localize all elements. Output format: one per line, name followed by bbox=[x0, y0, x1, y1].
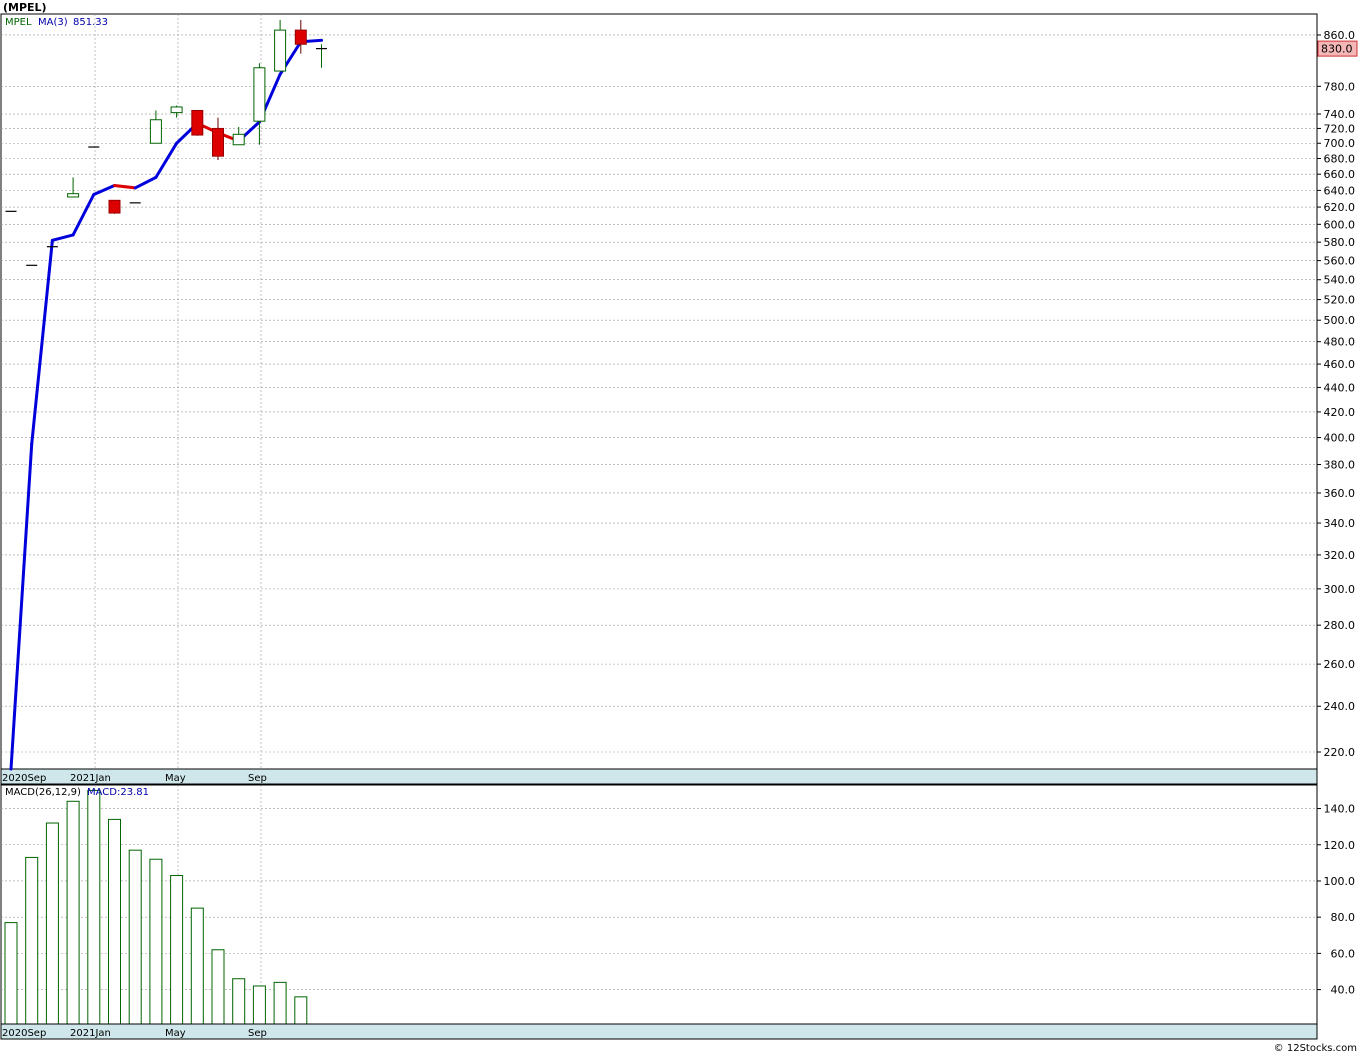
copyright-text: © 12Stocks.com bbox=[1274, 1043, 1357, 1054]
candle-body bbox=[191, 109, 204, 136]
candle bbox=[108, 199, 121, 214]
price-x-tick-label: 2021Jan bbox=[70, 773, 111, 784]
macd-y-tick-label: 100.0 bbox=[1324, 875, 1356, 888]
price-y-tick-label: 300.0 bbox=[1324, 583, 1356, 596]
macd-bar bbox=[128, 849, 142, 1025]
price-y-tick-label: 400.0 bbox=[1324, 432, 1356, 445]
price-x-tick-label: May bbox=[165, 773, 186, 784]
candle-body bbox=[253, 67, 266, 122]
candle-body bbox=[149, 119, 162, 144]
price-y-tick-label: 320.0 bbox=[1324, 549, 1356, 562]
candle-body bbox=[67, 193, 80, 198]
macd-bar bbox=[273, 981, 287, 1025]
macd-bar bbox=[232, 978, 246, 1025]
price-y-tick-label: 220.0 bbox=[1324, 746, 1356, 759]
price-x-tick-label: Sep bbox=[248, 773, 267, 784]
price-y-tick-label: 260.0 bbox=[1324, 658, 1356, 671]
price-y-axis: 220.0 240.0 260.0 280.0 300.0 320.0 340.0 360.0… bbox=[1317, 29, 1355, 759]
price-y-tick-label: 520.0 bbox=[1324, 294, 1356, 307]
macd-y-tick-label: 60.0 bbox=[1331, 947, 1356, 960]
price-y-tick-label: 700.0 bbox=[1324, 137, 1356, 150]
price-legend-symbol: MPEL bbox=[5, 17, 32, 28]
price-y-tick-label: 740.0 bbox=[1324, 108, 1356, 121]
macd-bar bbox=[66, 800, 80, 1025]
macd-legend-name: MACD(26,12,9) bbox=[5, 787, 81, 798]
macd-y-tick-label: 40.0 bbox=[1331, 984, 1356, 997]
price-y-tick-label: 620.0 bbox=[1324, 201, 1356, 214]
price-y-tick-label: 440.0 bbox=[1324, 381, 1356, 394]
candle-body bbox=[232, 133, 245, 146]
macd-y-axis: 40.0 60.0 80.0 100.0 120.0 140.0 bbox=[1317, 803, 1355, 997]
candle bbox=[191, 109, 204, 136]
price-y-tick-label: 540.0 bbox=[1324, 274, 1356, 287]
symbol-title: (MPEL) bbox=[3, 1, 47, 14]
macd-x-tick-label: Sep bbox=[248, 1028, 267, 1039]
chart-canvas: (MPEL) 2020Sep 2021Jan May Sep 220.0 240.0 26… bbox=[0, 1, 1358, 1054]
price-y-tick-label: 640.0 bbox=[1324, 184, 1356, 197]
candle-body bbox=[294, 29, 307, 45]
macd-time-axis-band bbox=[0, 1023, 1318, 1040]
macd-bar bbox=[25, 856, 39, 1025]
price-y-tick-label: 500.0 bbox=[1324, 314, 1356, 327]
current-price-badge-text: 830.0 bbox=[1321, 43, 1353, 56]
macd-bar bbox=[211, 949, 225, 1025]
price-legend-ma-value: 851.33 bbox=[73, 17, 108, 28]
price-y-tick-label: 360.0 bbox=[1324, 487, 1356, 500]
macd-bar bbox=[45, 822, 59, 1025]
macd-x-tick-label: May bbox=[165, 1028, 186, 1039]
macd-bar bbox=[108, 818, 121, 1025]
price-y-tick-label: 560.0 bbox=[1324, 255, 1356, 268]
price-y-tick-label: 340.0 bbox=[1324, 517, 1356, 530]
macd-bar bbox=[294, 996, 308, 1025]
price-legend-ma: MA(3) bbox=[38, 17, 68, 28]
macd-x-tick-label: 2021Jan bbox=[70, 1028, 111, 1039]
price-y-tick-label: 460.0 bbox=[1324, 358, 1356, 371]
macd-bar bbox=[4, 922, 18, 1025]
candle-body bbox=[212, 127, 224, 157]
price-y-tick-label: 780.0 bbox=[1324, 80, 1356, 93]
candle-body bbox=[170, 106, 183, 114]
current-price-badge: 830.0 bbox=[1317, 40, 1358, 57]
price-y-tick-label: 860.0 bbox=[1324, 29, 1356, 42]
price-y-tick-label: 720.0 bbox=[1324, 122, 1356, 135]
price-x-tick-label: 2020Sep bbox=[2, 773, 46, 784]
price-y-tick-label: 600.0 bbox=[1324, 218, 1356, 231]
price-y-tick-label: 580.0 bbox=[1324, 236, 1356, 249]
macd-bar bbox=[149, 858, 163, 1025]
price-y-tick-label: 420.0 bbox=[1324, 406, 1356, 419]
macd-y-tick-label: 140.0 bbox=[1324, 803, 1356, 816]
price-time-axis-band bbox=[0, 768, 1318, 785]
price-y-tick-label: 240.0 bbox=[1324, 700, 1356, 713]
macd-panel: 2020Sep 2021Jan May Sep 40.0 60.0 80.0 100.0 12… bbox=[0, 784, 1355, 1040]
price-y-tick-label: 660.0 bbox=[1324, 168, 1356, 181]
macd-x-tick-label: 2020Sep bbox=[2, 1028, 46, 1039]
candle-body bbox=[108, 199, 121, 214]
macd-y-tick-label: 80.0 bbox=[1331, 911, 1356, 924]
macd-legend-value: MACD:23.81 bbox=[87, 787, 149, 798]
price-panel: 2020Sep 2021Jan May Sep 220.0 240.0 260.0 280.… bbox=[0, 13, 1358, 785]
price-y-tick-label: 480.0 bbox=[1324, 336, 1356, 349]
price-y-tick-label: 280.0 bbox=[1324, 619, 1356, 632]
price-y-tick-label: 380.0 bbox=[1324, 459, 1356, 472]
macd-bar bbox=[87, 789, 101, 1025]
macd-bar bbox=[190, 907, 204, 1025]
macd-bar bbox=[252, 985, 266, 1025]
macd-bar bbox=[170, 875, 184, 1025]
candle-body bbox=[274, 29, 287, 72]
price-y-tick-label: 680.0 bbox=[1324, 152, 1356, 165]
macd-y-tick-label: 120.0 bbox=[1324, 839, 1356, 852]
